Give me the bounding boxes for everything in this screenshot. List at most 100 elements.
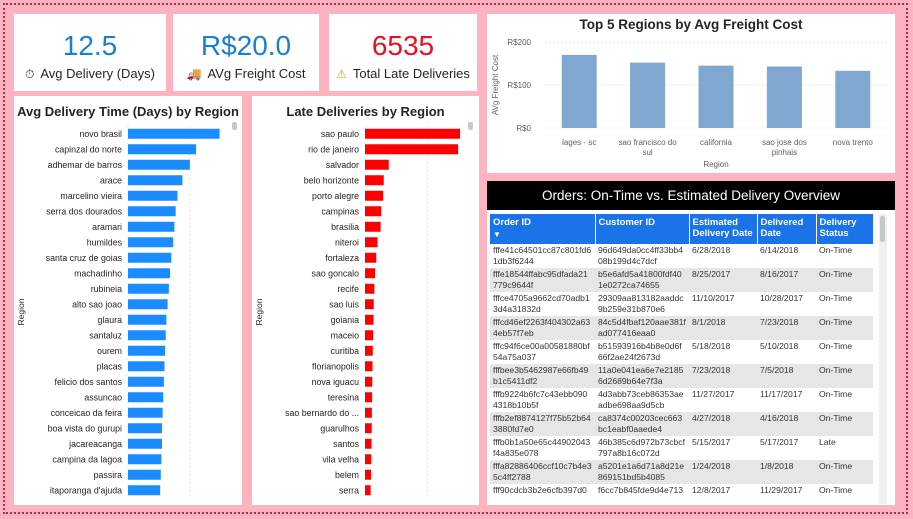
bar[interactable] xyxy=(128,345,166,356)
bar[interactable] xyxy=(561,54,597,128)
bar[interactable] xyxy=(365,314,374,325)
bar[interactable] xyxy=(128,144,197,155)
table-cell: 96d649da0cc4ff33bb408b199d4c7dcf xyxy=(598,245,683,266)
kpi-card-late-deliveries[interactable]: 6535 ⚠ Total Late Deliveries xyxy=(329,14,477,91)
bar[interactable] xyxy=(365,392,373,403)
bar[interactable] xyxy=(128,237,174,248)
bar[interactable] xyxy=(128,469,161,480)
bar[interactable] xyxy=(365,454,372,465)
y-tick-label: felicio dos santos xyxy=(55,377,123,387)
kpi-value: R$20.0 xyxy=(200,30,292,61)
bar[interactable] xyxy=(698,65,734,128)
late-deliveries-bar-chart: 0500sao paulorio de janeirosalvadorbelo … xyxy=(254,126,460,498)
bar[interactable] xyxy=(766,66,802,128)
y-tick-label: vila velha xyxy=(322,454,359,464)
table-cell: 4/16/2018 xyxy=(757,412,816,436)
y-tick-label: guarulhos xyxy=(320,423,359,433)
bar[interactable] xyxy=(365,175,384,186)
bar[interactable] xyxy=(128,361,165,372)
table-cell: On-Time xyxy=(816,364,873,388)
chart-scrollbar[interactable] xyxy=(468,122,473,130)
freight-chart-card[interactable]: Top 5 Regions by Avg Freight Cost R$0 R$1… xyxy=(487,14,895,173)
bar[interactable] xyxy=(835,70,871,128)
bar[interactable] xyxy=(128,128,220,139)
table-cell: fffce4705a9662cd70adb13d4a31832d xyxy=(493,293,590,314)
bar[interactable] xyxy=(128,485,161,496)
column-header[interactable]: Delivery Status xyxy=(816,214,873,244)
column-header[interactable]: Order ID ▼ xyxy=(490,214,596,244)
bar[interactable] xyxy=(365,345,373,356)
y-tick-label: fortaleza xyxy=(325,253,359,263)
table-row[interactable]: fffe18544ffabc95dfada21779c9644f b5e6afd5… xyxy=(490,268,873,292)
bar[interactable] xyxy=(128,190,178,201)
bar[interactable] xyxy=(365,438,372,449)
y-axis-label: Region xyxy=(16,298,26,325)
table-cell: On-Time xyxy=(816,412,873,436)
bar[interactable] xyxy=(128,268,171,279)
bar[interactable] xyxy=(365,252,377,263)
table-row[interactable]: fffe41c64501cc87c801fd61db3f6244 96d649da… xyxy=(490,244,873,268)
table-row[interactable]: fffbee3b5462987e66fb49b1c5411df2 11a0e041… xyxy=(490,364,873,388)
x-tick-label: sul xyxy=(642,148,652,157)
bar[interactable] xyxy=(365,268,375,279)
kpi-card-avg-freight[interactable]: R$20.0 🚚 AVg Freight Cost xyxy=(173,14,319,91)
bar[interactable] xyxy=(128,299,168,310)
bar[interactable] xyxy=(128,252,172,263)
bar[interactable] xyxy=(365,144,459,155)
table-cell: On-Time xyxy=(816,268,873,292)
table-scrollbar-thumb[interactable] xyxy=(880,216,885,242)
bar[interactable] xyxy=(365,485,371,496)
table-cell: On-Time xyxy=(819,293,853,303)
bar[interactable] xyxy=(365,159,389,170)
bar[interactable] xyxy=(365,283,375,294)
bar[interactable] xyxy=(365,237,378,248)
bar[interactable] xyxy=(365,221,381,232)
delivery-time-chart-card[interactable]: Avg Delivery Time (Days) by Region 0100n… xyxy=(14,96,242,505)
bar[interactable] xyxy=(365,469,371,480)
column-header[interactable]: Delivered Date xyxy=(757,214,817,244)
table-row[interactable]: fffcd46ef2263f404302a634eb57f7eb 84c5d4fb… xyxy=(490,316,873,340)
table-row[interactable]: fffb2ef8874127f75b52b643880fd7e0 ca8374c0… xyxy=(490,412,873,436)
sort-descending-icon[interactable]: ▼ xyxy=(493,230,592,239)
bar[interactable] xyxy=(128,438,163,449)
bar[interactable] xyxy=(128,407,163,418)
bar[interactable] xyxy=(365,128,460,139)
bar[interactable] xyxy=(365,206,382,217)
late-deliveries-chart-card[interactable]: Late Deliveries by Region 0500sao paulor… xyxy=(252,96,479,505)
table-row[interactable]: fff90cdcb3b2e6cfb397d0 f6cc7b845fde9d4e71… xyxy=(490,484,873,505)
bar[interactable] xyxy=(128,392,164,403)
bar[interactable] xyxy=(128,221,175,232)
bar[interactable] xyxy=(128,376,164,387)
bar[interactable] xyxy=(630,62,666,128)
table-row[interactable]: fffb9224b6fc7c43ebb0904318b10b5f 4d3abb73… xyxy=(490,388,873,412)
table-cell: fffb9224b6fc7c43ebb0904318b10b5f xyxy=(493,389,588,410)
bar[interactable] xyxy=(128,159,190,170)
bar[interactable] xyxy=(128,283,169,294)
table-row[interactable]: fffc94f6ce00a00581880bf54a75a037 b5159391… xyxy=(490,340,873,364)
y-tick-label: R$100 xyxy=(507,81,531,90)
bar[interactable] xyxy=(365,330,374,341)
table-row[interactable]: fffce4705a9662cd70adb13d4a31832d 29309aa8… xyxy=(490,292,873,316)
column-header[interactable]: Estimated Delivery Date xyxy=(689,214,758,244)
chart-scrollbar[interactable] xyxy=(232,122,237,130)
bar[interactable] xyxy=(128,314,167,325)
bar[interactable] xyxy=(365,190,384,201)
kpi-card-avg-delivery[interactable]: 12.5 ⏱ Avg Delivery (Days) xyxy=(14,14,166,91)
bar[interactable] xyxy=(128,423,163,434)
bar[interactable] xyxy=(128,206,176,217)
bar[interactable] xyxy=(365,423,372,434)
bar[interactable] xyxy=(128,454,162,465)
table-scrollbar-track[interactable] xyxy=(879,214,887,504)
table-cell: On-Time xyxy=(819,485,853,495)
bar[interactable] xyxy=(128,330,166,341)
bar[interactable] xyxy=(365,407,372,418)
table-cell: Late xyxy=(819,437,836,447)
bar[interactable] xyxy=(365,376,373,387)
column-header[interactable]: Customer ID xyxy=(595,214,690,244)
bar[interactable] xyxy=(365,361,373,372)
table-row[interactable]: fffb0b1a50e65c44902043f4a835e078 46b385c6… xyxy=(490,436,873,460)
bar[interactable] xyxy=(365,299,374,310)
bar[interactable] xyxy=(128,175,183,186)
table-row[interactable]: fffa82886406ccf10c7b4e35c4ff2788 a5201e1a… xyxy=(490,460,873,484)
orders-table-card[interactable]: Order ID ▼ Customer ID Estimated Delivery D… xyxy=(487,210,895,505)
